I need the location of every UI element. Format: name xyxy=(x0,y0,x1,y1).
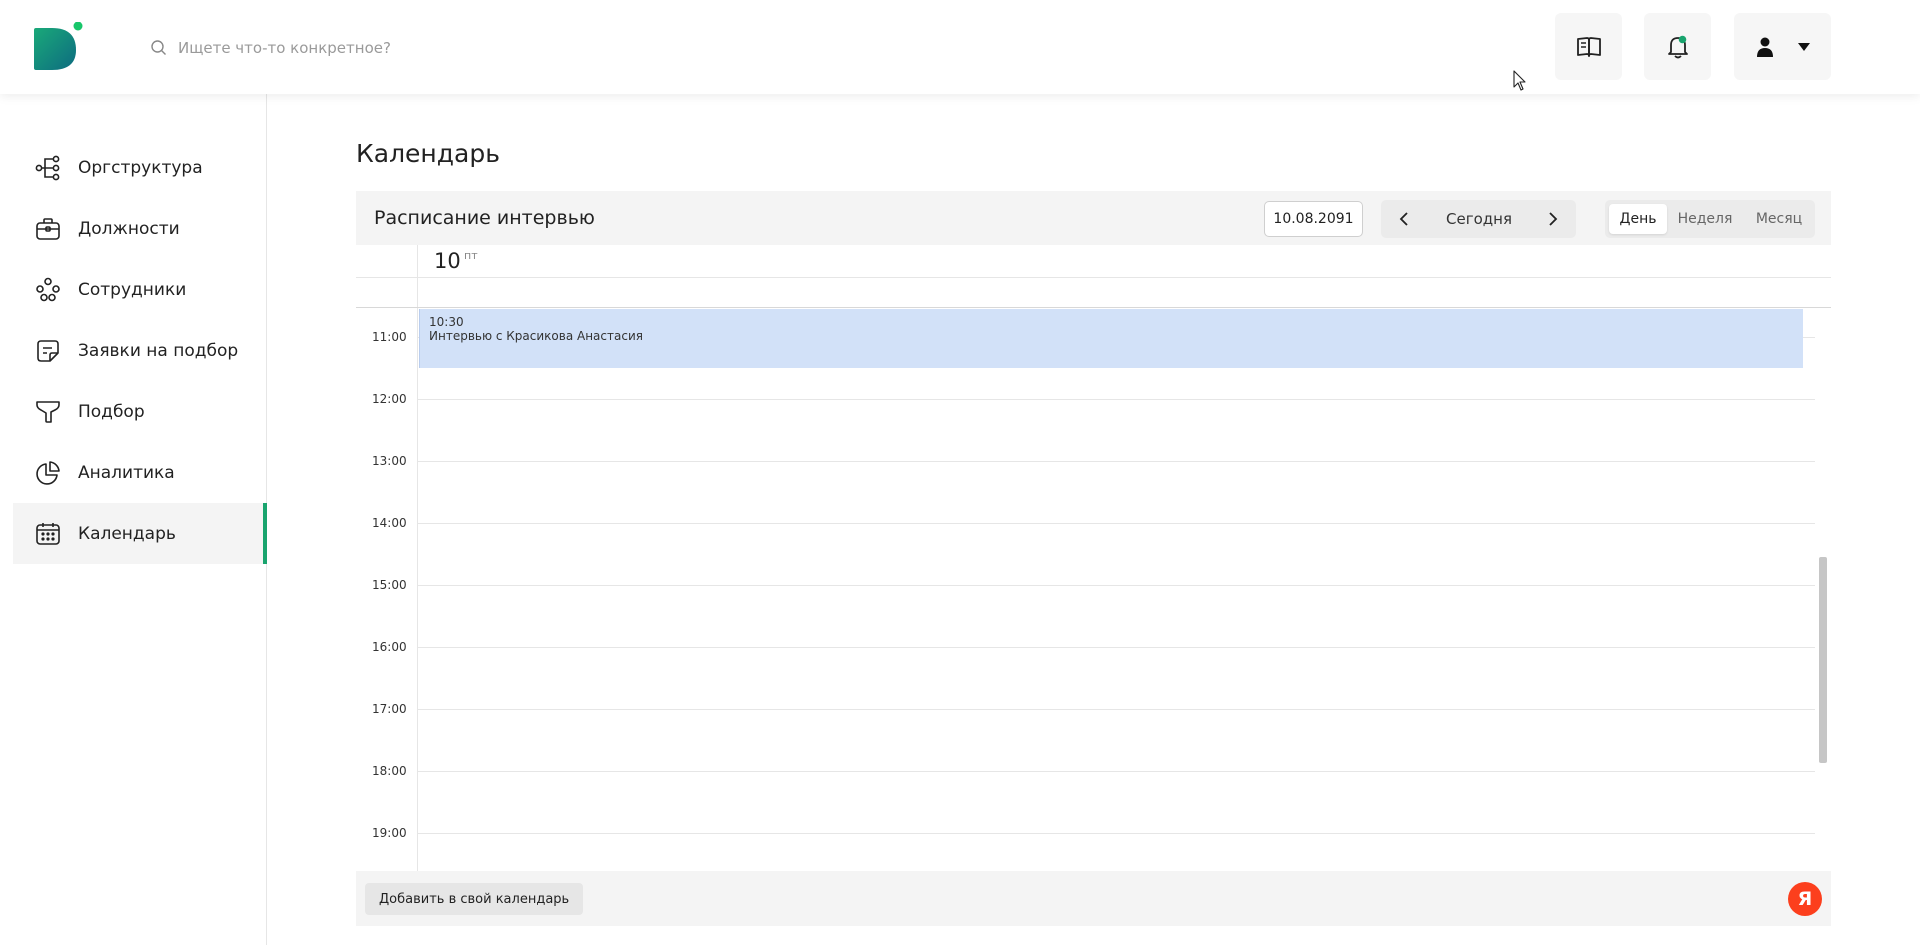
calendar-scrollbar[interactable] xyxy=(1819,557,1827,763)
sidebar-item-label: Заявки на подбор xyxy=(78,340,239,361)
hour-line xyxy=(417,647,1815,648)
user-menu-button[interactable] xyxy=(1734,13,1831,80)
sidebar-item-employees[interactable]: Сотрудники xyxy=(13,259,267,320)
day-number: 10 xyxy=(434,249,461,273)
hour-label: 15:00 xyxy=(372,578,407,592)
sidebar-item-label: Сотрудники xyxy=(78,279,187,300)
briefcase-icon xyxy=(35,216,61,242)
top-header xyxy=(0,0,1920,94)
next-day-button[interactable] xyxy=(1538,204,1568,234)
book-icon xyxy=(1576,36,1601,57)
prev-day-button[interactable] xyxy=(1389,204,1419,234)
sidebar-item-label: Аналитика xyxy=(78,462,175,483)
day-weekday: пт xyxy=(464,249,478,262)
people-icon xyxy=(35,277,61,303)
allday-divider xyxy=(356,277,1831,278)
search-icon xyxy=(151,40,166,55)
sidebar-item-label: Оргструктура xyxy=(78,157,203,178)
calendar-title: Расписание интервью xyxy=(374,207,595,229)
knowledge-base-button[interactable] xyxy=(1555,13,1622,80)
sidebar-item-recruiting[interactable]: Подбор xyxy=(13,381,267,442)
sidebar-item-label: Подбор xyxy=(78,401,145,422)
mouse-cursor-icon xyxy=(1513,70,1526,91)
view-switcher: День Неделя Месяц xyxy=(1605,200,1815,238)
chevron-down-icon xyxy=(1797,42,1810,51)
hour-line xyxy=(417,585,1815,586)
user-icon xyxy=(1756,37,1773,57)
sidebar-item-label: Должности xyxy=(78,218,180,239)
hour-label: 11:00 xyxy=(372,330,407,344)
sidebar-item-positions[interactable]: Должности xyxy=(13,198,267,259)
view-week-button[interactable]: Неделя xyxy=(1669,204,1741,234)
sidebar-item-analytics[interactable]: Аналитика xyxy=(13,442,267,503)
document-icon xyxy=(35,338,61,364)
hour-line xyxy=(417,833,1815,834)
app-logo[interactable] xyxy=(34,21,86,72)
view-day-button[interactable]: День xyxy=(1609,204,1667,234)
search-bar xyxy=(150,36,650,60)
calendar-widget: Расписание интервью 10.08.2091 Сегодня Д… xyxy=(356,191,1831,926)
yandex-logo[interactable]: Я xyxy=(1788,882,1822,916)
calendar-icon xyxy=(35,521,61,547)
event-title: Интервью с Красикова Анастасия xyxy=(429,329,643,343)
search-input[interactable] xyxy=(178,39,618,57)
sidebar-item-org-structure[interactable]: Оргструктура xyxy=(13,137,267,198)
hour-label: 16:00 xyxy=(372,640,407,654)
date-picker[interactable]: 10.08.2091 xyxy=(1264,201,1363,237)
hour-line xyxy=(417,399,1815,400)
bell-icon xyxy=(1667,35,1688,58)
page-title: Календарь xyxy=(356,139,500,168)
hour-label: 17:00 xyxy=(372,702,407,716)
hour-label: 12:00 xyxy=(372,392,407,406)
pie-chart-icon xyxy=(35,460,61,486)
interview-event[interactable]: 10:30 Интервью с Красикова Анастасия xyxy=(419,309,1803,368)
add-to-calendar-button[interactable]: Добавить в свой календарь xyxy=(365,883,584,915)
hour-label: 18:00 xyxy=(372,764,407,778)
hour-label: 14:00 xyxy=(372,516,407,530)
sidebar-item-calendar[interactable]: Календарь xyxy=(13,503,267,564)
hour-line xyxy=(417,709,1815,710)
chevron-right-icon xyxy=(1549,212,1558,226)
today-button[interactable]: Сегодня xyxy=(1427,200,1531,238)
header-divider xyxy=(356,307,1831,308)
time-axis-divider xyxy=(417,245,418,871)
sidebar-item-requests[interactable]: Заявки на подбор xyxy=(13,320,267,381)
calendar-footer: Добавить в свой календарь Я xyxy=(356,871,1831,926)
date-navigation: Сегодня xyxy=(1381,200,1576,238)
sidebar-item-label: Календарь xyxy=(78,523,176,544)
event-time: 10:30 xyxy=(429,315,464,329)
funnel-icon xyxy=(35,399,61,425)
hour-line xyxy=(417,523,1815,524)
view-month-button[interactable]: Месяц xyxy=(1745,204,1813,234)
calendar-toolbar: Расписание интервью 10.08.2091 Сегодня Д… xyxy=(356,191,1831,245)
hour-line xyxy=(417,461,1815,462)
notifications-button[interactable] xyxy=(1644,13,1711,80)
hour-line xyxy=(417,771,1815,772)
hour-label: 13:00 xyxy=(372,454,407,468)
hour-label: 19:00 xyxy=(372,826,407,840)
sidebar: Оргструктура Должности Сотрудники Заявки… xyxy=(0,94,267,945)
org-structure-icon xyxy=(35,155,61,181)
chevron-left-icon xyxy=(1399,212,1408,226)
